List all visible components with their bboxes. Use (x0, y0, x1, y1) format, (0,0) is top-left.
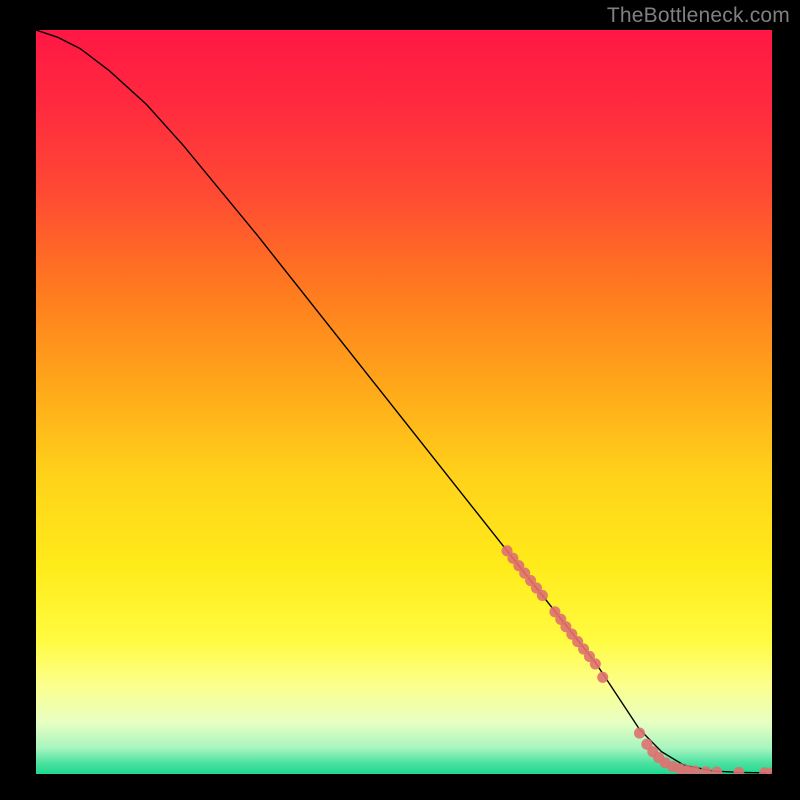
data-point (537, 590, 548, 601)
bottleneck-curve (36, 30, 772, 773)
data-point (733, 767, 744, 774)
data-point (634, 728, 645, 739)
data-point (711, 767, 722, 774)
attribution-text: TheBottleneck.com (607, 4, 790, 28)
data-point (597, 672, 608, 683)
data-point (590, 658, 601, 669)
plot-svg (36, 30, 772, 774)
plot-area (36, 30, 772, 774)
data-markers (502, 545, 772, 774)
chart-frame: TheBottleneck.com (0, 0, 800, 800)
data-point (700, 766, 711, 774)
